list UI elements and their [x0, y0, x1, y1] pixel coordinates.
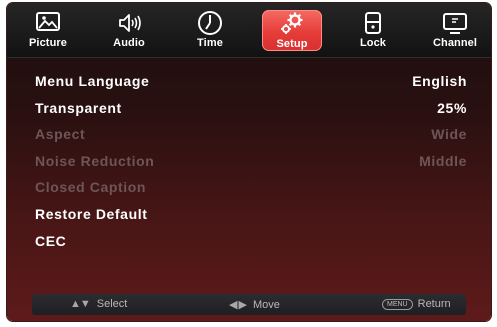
picture-icon: [36, 12, 60, 31]
menu-item-noise-reduction: Noise Reduction Middle: [35, 149, 467, 176]
menu-item-value: Middle: [419, 152, 467, 169]
menu-item-label: Closed Caption: [35, 179, 147, 196]
audio-icon: [119, 14, 141, 32]
menu-tab-bar: Picture Audio Time Setup Lock Channel: [7, 3, 491, 58]
tab-label-lock: Lock: [359, 37, 387, 49]
menu-item-label: Restore Default: [35, 205, 148, 222]
menu-item-label: Transparent: [35, 99, 122, 116]
tab-channel[interactable]: Channel: [423, 9, 487, 53]
tab-picture[interactable]: Picture: [19, 9, 77, 53]
menu-item-label: Aspect: [35, 126, 86, 143]
hint-move: ◀ ▶ Move: [229, 298, 280, 311]
hint-select: ▲▼ Select: [70, 298, 127, 310]
hint-return: MENU Return: [382, 298, 451, 310]
menu-item-label: CEC: [35, 232, 67, 249]
tab-label-setup: Setup: [276, 38, 308, 50]
menu-item-cec[interactable]: CEC: [35, 229, 467, 256]
hint-return-label: Return: [417, 298, 451, 310]
tab-setup[interactable]: Setup: [262, 10, 322, 51]
tab-label-channel: Channel: [432, 37, 478, 49]
tv-icon: [443, 13, 467, 34]
menu-item-label: Noise Reduction: [35, 152, 155, 169]
tab-time[interactable]: Time: [181, 9, 239, 53]
menu-item-label: Menu Language: [35, 73, 150, 89]
menu-item-value: 25%: [437, 99, 467, 116]
menu-item-restore-default[interactable]: Restore Default: [35, 202, 467, 229]
left-right-arrows-icon: ◀ ▶: [229, 299, 247, 311]
setup-menu-list: Menu Language English Transparent 25% As…: [35, 69, 467, 255]
tab-lock[interactable]: Lock: [344, 9, 402, 53]
gears-icon: [281, 12, 303, 34]
menu-item-menu-language[interactable]: Menu Language English: [35, 69, 467, 96]
clock-icon: [198, 11, 222, 35]
up-down-arrows-icon: ▲▼: [70, 298, 91, 310]
tab-label-audio: Audio: [113, 37, 145, 49]
menu-item-closed-caption: Closed Caption: [35, 175, 467, 202]
menu-key-icon: MENU: [382, 299, 413, 310]
tab-label-time: Time: [197, 37, 223, 49]
menu-item-value: Wide: [431, 126, 467, 143]
menu-item-aspect: Aspect Wide: [35, 122, 467, 149]
tab-audio[interactable]: Audio: [100, 9, 158, 53]
hint-move-label: Move: [252, 299, 280, 311]
tv-menu-screen: Picture Audio Time Setup Lock Channel Me…: [7, 3, 491, 321]
tab-label-picture: Picture: [29, 37, 67, 49]
hint-select-label: Select: [96, 298, 128, 310]
key-hint-bar: ▲▼ Select ◀ ▶ Move MENU Return: [32, 294, 466, 315]
menu-item-value: English: [412, 73, 467, 89]
lock-icon: [365, 12, 381, 34]
menu-item-transparent[interactable]: Transparent 25%: [35, 96, 467, 123]
